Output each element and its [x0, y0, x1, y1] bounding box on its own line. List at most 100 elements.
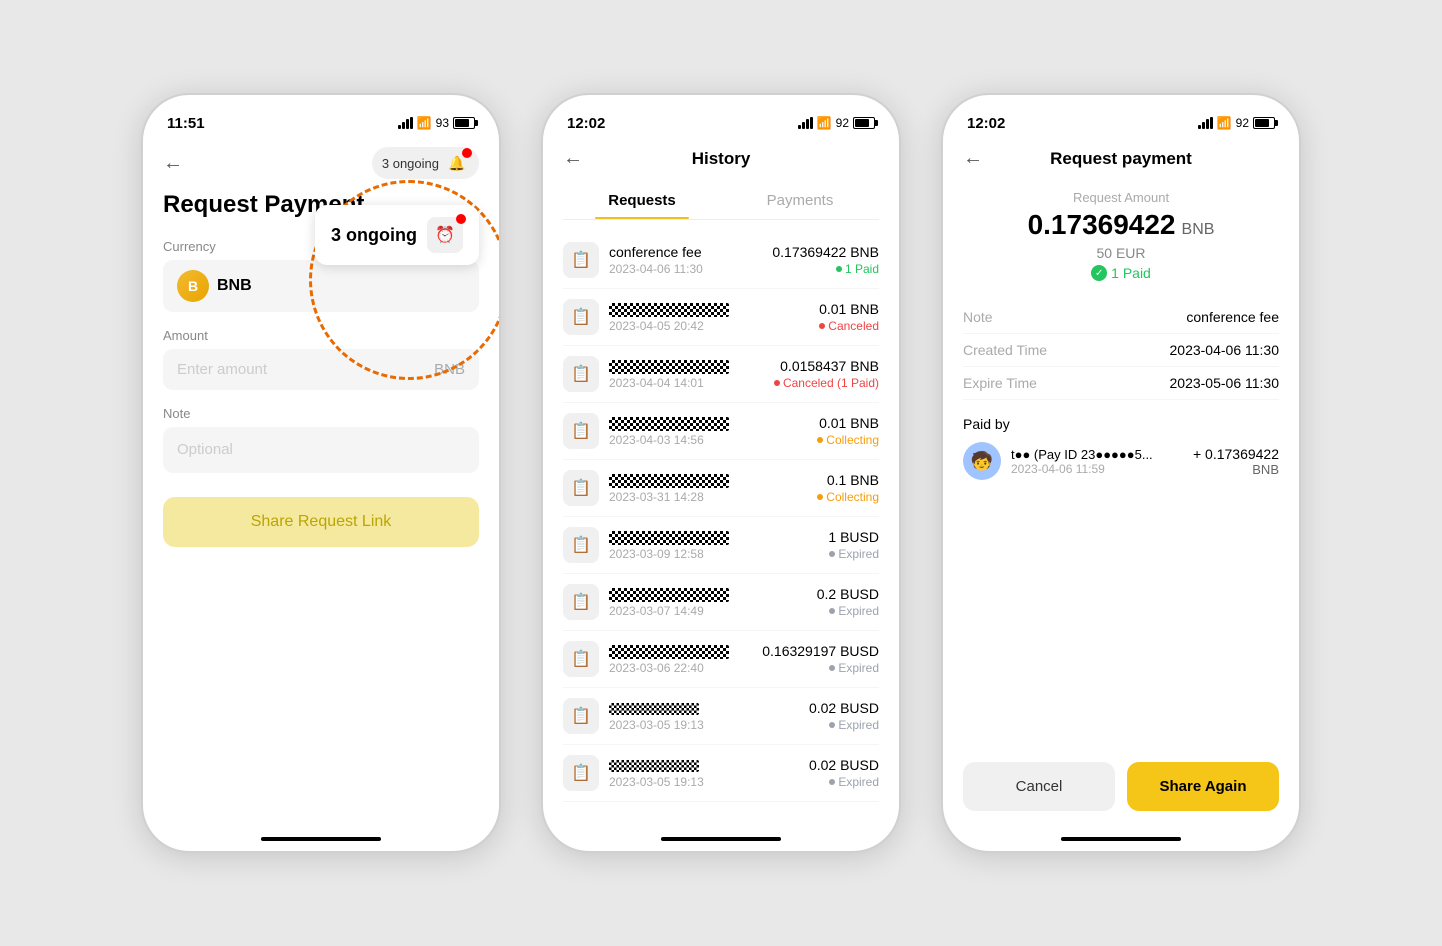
payer-info: t●● (Pay ID 23●●●●●5... 2023-04-06 11:59: [1011, 447, 1183, 476]
history-item[interactable]: 📋 2023-03-05 19:13 0.02 BUSD Expired: [563, 688, 879, 745]
created-key: Created Time: [963, 342, 1047, 358]
notification-dot: [462, 148, 472, 158]
status-dot: [829, 551, 835, 557]
history-item[interactable]: 📋 2023-04-04 14:01 0.0158437 BNB Cancele…: [563, 346, 879, 403]
history-item-name: [609, 415, 817, 431]
expire-value: 2023-05-06 11:30: [1170, 375, 1280, 391]
history-item-icon: 📋: [563, 413, 599, 449]
payer-time: 2023-04-06 11:59: [1011, 462, 1183, 476]
history-item[interactable]: 📋 2023-03-05 19:13 0.02 BUSD Expired: [563, 745, 879, 802]
wifi-icon2: 📶: [817, 116, 832, 130]
history-item-right: 0.16329197 BUSD Expired: [762, 643, 879, 675]
amount-placeholder: Enter amount: [177, 361, 434, 378]
history-item-amount: 0.02 BUSD: [809, 700, 879, 716]
amount-input[interactable]: Enter amount BNB: [163, 349, 479, 390]
history-item-left: 2023-03-05 19:13: [609, 700, 809, 732]
history-item-icon: 📋: [563, 356, 599, 392]
payer-avatar: 🧒: [963, 442, 1001, 480]
phone1-content: ← 3 ongoing 🔔 3 ongoing ⏰: [143, 139, 499, 821]
history-item[interactable]: 📋 2023-04-05 20:42 0.01 BNB Canceled: [563, 289, 879, 346]
phone1-time: 11:51: [167, 115, 205, 132]
history-item-status: 1 Paid: [772, 262, 879, 276]
tab-payments[interactable]: Payments: [721, 182, 879, 219]
history-item-date: 2023-04-06 11:30: [609, 262, 772, 276]
history-item-status: Canceled: [819, 319, 879, 333]
history-item[interactable]: 📋 conference fee 2023-04-06 11:30 0.1736…: [563, 232, 879, 289]
payer-row: 🧒 t●● (Pay ID 23●●●●●5... 2023-04-06 11:…: [963, 442, 1279, 480]
history-item-right: 0.02 BUSD Expired: [809, 700, 879, 732]
history-item-amount: 0.1 BNB: [817, 472, 879, 488]
amount-unit: BNB: [1182, 221, 1215, 239]
phone2: 12:02 📶 92 ← History: [541, 93, 901, 853]
history-item[interactable]: 📋 test 2 0.02 BUSD: [563, 802, 879, 812]
history-item[interactable]: 📋 2023-04-03 14:56 0.01 BNB Collecting: [563, 403, 879, 460]
share-again-button[interactable]: Share Again: [1127, 762, 1279, 811]
notification-icon[interactable]: 🔔: [445, 151, 469, 175]
expire-time-row: Expire Time 2023-05-06 11:30: [963, 367, 1279, 400]
note-input[interactable]: Optional: [163, 427, 479, 473]
phone2-back-button[interactable]: ←: [563, 147, 583, 170]
phone1-home-indicator: [261, 837, 381, 841]
status-dot: [819, 323, 825, 329]
blurred-name: [609, 760, 699, 772]
blurred-name: [609, 474, 729, 488]
blurred-name: [609, 531, 729, 545]
wifi-icon3: 📶: [1217, 116, 1232, 130]
history-item-date: 2023-04-05 20:42: [609, 319, 819, 333]
ongoing-notification-card[interactable]: 3 ongoing ⏰: [315, 205, 479, 265]
signal-icon: [398, 117, 413, 129]
currency-selector[interactable]: B BNB: [163, 260, 479, 312]
notification-card-icon[interactable]: ⏰: [427, 217, 463, 253]
history-item-right: 0.01 BNB Collecting: [817, 415, 879, 447]
phone1-ongoing-badge[interactable]: 3 ongoing 🔔: [372, 147, 479, 179]
history-item-status: Collecting: [817, 490, 879, 504]
check-icon: ✓: [1091, 265, 1107, 281]
history-item-amount: 0.01 BNB: [819, 301, 879, 317]
cancel-button[interactable]: Cancel: [963, 762, 1115, 811]
phone2-content: ← History Requests Payments 📋: [543, 139, 899, 821]
currency-name: BNB: [217, 277, 252, 295]
tab-requests[interactable]: Requests: [563, 182, 721, 219]
history-item-status: Expired: [809, 718, 879, 732]
phone3-status-icons: 📶 92: [1198, 116, 1275, 130]
history-item-left: 2023-03-07 14:49: [609, 586, 817, 618]
phone1-status-bar: 11:51 📶 93: [143, 95, 499, 139]
wifi-icon: 📶: [417, 116, 432, 130]
battery-icon2: [853, 117, 875, 129]
signal-icon3: [1198, 117, 1213, 129]
history-item-icon: 📋: [563, 470, 599, 506]
history-item[interactable]: 📋 2023-03-09 12:58 1 BUSD Expired: [563, 517, 879, 574]
amount-label: Amount: [163, 328, 479, 343]
history-item[interactable]: 📋 2023-03-07 14:49 0.2 BUSD Expired: [563, 574, 879, 631]
history-item-left: 2023-04-05 20:42: [609, 301, 819, 333]
history-item[interactable]: 📋 2023-03-31 14:28 0.1 BNB Collecting: [563, 460, 879, 517]
phone1-back-button[interactable]: ←: [163, 152, 183, 175]
history-item-date: 2023-03-09 12:58: [609, 547, 828, 561]
phone2-time: 12:02: [567, 115, 605, 132]
history-item-amount: 1 BUSD: [828, 529, 879, 545]
created-time-row: Created Time 2023-04-06 11:30: [963, 334, 1279, 367]
history-item-status: Expired: [809, 775, 879, 789]
phone2-nav: ← History: [563, 139, 879, 178]
notification-ongoing-text: 3 ongoing: [331, 225, 417, 246]
history-item[interactable]: 📋 2023-03-06 22:40 0.16329197 BUSD Expir…: [563, 631, 879, 688]
amount-number: 0.17369422: [1028, 209, 1176, 241]
paid-by-section: Paid by 🧒 t●● (Pay ID 23●●●●●5... 2023-0…: [963, 416, 1279, 480]
payer-amount-value: + 0.17369422: [1193, 446, 1279, 462]
history-item-date: 2023-04-03 14:56: [609, 433, 817, 447]
share-request-link-button[interactable]: Share Request Link: [163, 497, 479, 547]
payment-status: ✓ 1 Paid: [963, 265, 1279, 281]
history-item-date: 2023-03-05 19:13: [609, 718, 809, 732]
detail-section: Request Amount 0.17369422 BNB 50 EUR ✓ 1…: [963, 190, 1279, 281]
note-label: Note: [163, 406, 479, 421]
blurred-name: [609, 303, 729, 317]
status-dot: [817, 437, 823, 443]
status-text: 1 Paid: [1111, 265, 1151, 281]
phone3-page-title: Request payment: [1050, 149, 1192, 169]
history-item-right: 0.02 BUSD Expired: [809, 757, 879, 789]
phone3-back-button[interactable]: ←: [963, 147, 983, 170]
expire-key: Expire Time: [963, 375, 1037, 391]
history-item-status: Canceled (1 Paid): [774, 376, 879, 390]
phone1-status-icons: 📶 93: [398, 116, 475, 130]
payer-amount: + 0.17369422 BNB: [1193, 446, 1279, 477]
